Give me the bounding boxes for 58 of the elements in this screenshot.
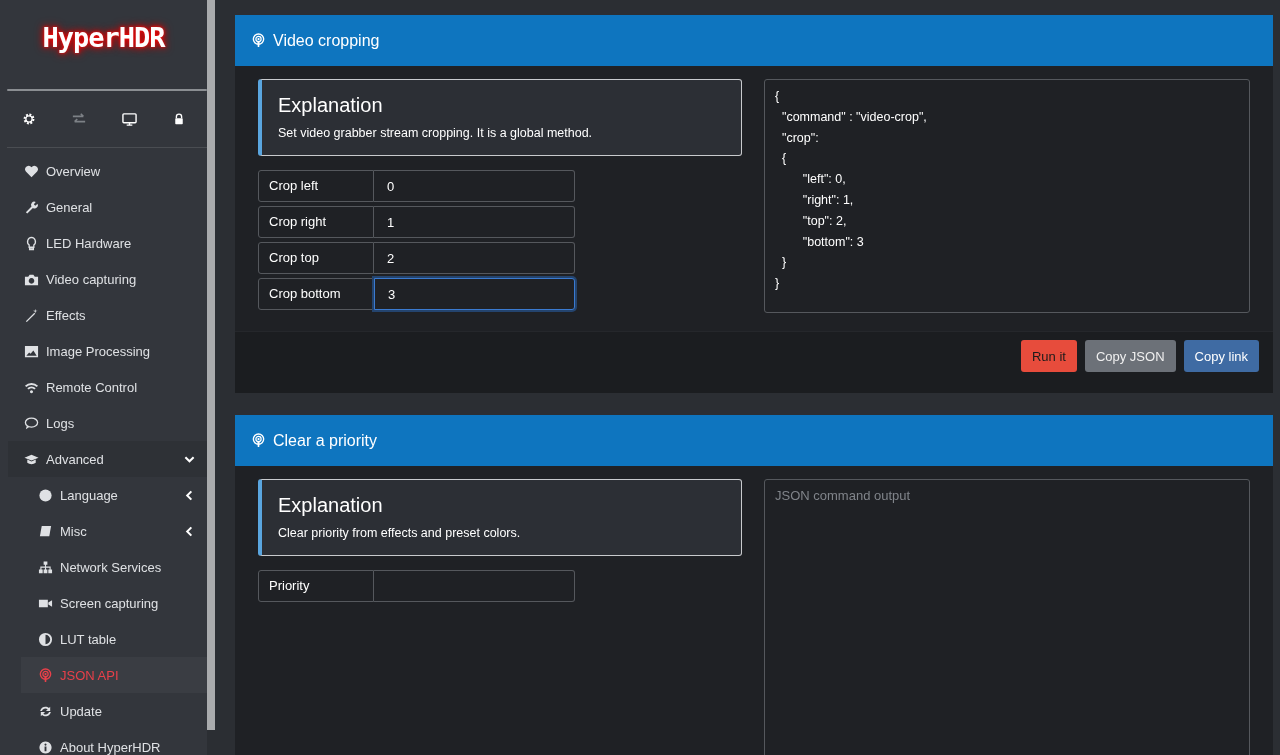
nav-item[interactable]: LED Hardware — [0, 225, 207, 261]
action-button[interactable]: Run it — [1020, 340, 1077, 372]
action-button[interactable]: Copy JSON — [1084, 340, 1176, 372]
input-field[interactable]: 0 — [374, 170, 575, 202]
nav-item[interactable]: Remote Control — [0, 369, 207, 405]
input-field[interactable]: 3 — [374, 278, 575, 310]
monitor-icon[interactable] — [122, 111, 137, 127]
input-field[interactable]: 2 — [374, 242, 575, 274]
nav-item[interactable]: Video capturing — [0, 261, 207, 297]
nav-item[interactable]: Screen capturing — [0, 585, 207, 621]
card-title: Video cropping — [273, 31, 380, 50]
callout-text: Set video grabber stream cropping. It is a global method. — [278, 126, 594, 140]
menu-item-icon — [38, 559, 53, 575]
callout-title: Explanation — [278, 494, 384, 517]
menu-item-icon — [24, 199, 39, 215]
menu-item-icon — [24, 235, 39, 251]
chevron-left-icon — [184, 489, 195, 501]
input-label: Crop bottom — [258, 278, 374, 310]
menu-item-icon — [38, 739, 53, 755]
menu-item-icon — [38, 667, 53, 683]
input-field[interactable]: 1 — [374, 206, 575, 238]
input-label: Crop right — [258, 206, 374, 238]
logo: HyperHDR — [42, 21, 165, 55]
nav-item[interactable]: Network Services — [0, 549, 207, 585]
lock-icon[interactable] — [173, 113, 185, 125]
chevron-left-icon — [184, 525, 195, 537]
nav-item[interactable]: Effects — [0, 297, 207, 333]
card-title: Clear a priority — [273, 431, 378, 450]
nav-item[interactable]: About HyperHDR — [0, 729, 207, 755]
callout-title: Explanation — [278, 94, 384, 117]
nav-item[interactable]: Update — [0, 693, 207, 729]
nav-item[interactable]: Advanced — [8, 441, 207, 477]
nav-item[interactable]: Logs — [0, 405, 207, 441]
nav-item[interactable]: General — [0, 189, 207, 225]
menu-item-icon — [38, 523, 53, 539]
callout-text: Clear priority from effects and preset colors. — [278, 526, 522, 540]
menu-item-icon — [24, 163, 39, 179]
json-command-field[interactable]: { "command" : "video-crop", "crop": { "left": 0, "right": 1, "top": 2, "bottom": 3 } } — [764, 79, 1250, 313]
settings-icon[interactable] — [22, 112, 36, 126]
podcast-icon — [251, 433, 266, 448]
podcast-icon — [251, 33, 266, 48]
menu-item-icon — [38, 631, 53, 647]
nav-item[interactable]: Overview — [0, 153, 207, 189]
nav-item[interactable]: Image Processing — [0, 333, 207, 369]
nav-item[interactable]: LUT table — [0, 621, 207, 657]
menu-item-icon — [24, 307, 39, 323]
nav-item[interactable]: Misc — [0, 513, 207, 549]
nav-item[interactable]: Language — [0, 477, 207, 513]
input-label: Crop left — [258, 170, 374, 202]
input-label: Crop top — [258, 242, 374, 274]
menu-item-icon — [24, 343, 39, 359]
scrollbar[interactable] — [207, 0, 215, 730]
json-output-field[interactable]: JSON command output — [764, 479, 1250, 755]
input-label: Priority — [258, 570, 374, 602]
menu-item-icon — [38, 487, 53, 503]
menu-item-icon — [24, 415, 39, 431]
input-field[interactable] — [374, 570, 575, 602]
action-button[interactable]: Copy link — [1183, 340, 1259, 372]
